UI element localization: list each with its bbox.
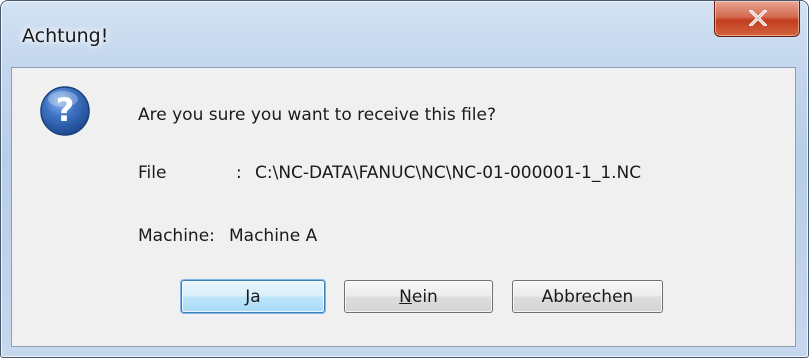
file-separator: : <box>236 163 242 183</box>
no-button[interactable]: Nein <box>344 280 493 313</box>
machine-label: Machine: <box>138 226 215 246</box>
question-icon: ? <box>40 86 90 136</box>
window-title: Achtung! <box>22 25 109 47</box>
dialog-window: Achtung! ? Are you sure you want to rece… <box>0 0 809 358</box>
file-label: File <box>138 163 167 183</box>
title-bar[interactable]: Achtung! <box>1 1 808 67</box>
dialog-content: ? Are you sure you want to receive this … <box>11 67 796 347</box>
no-button-label: Nein <box>399 287 438 307</box>
question-text: Are you sure you want to receive this fi… <box>138 105 496 125</box>
file-path: C:\NC-DATA\FANUC\NC\NC-01-000001-1_1.NC <box>255 163 642 183</box>
cancel-button[interactable]: Abbrechen <box>512 280 663 313</box>
close-button[interactable] <box>714 1 800 37</box>
cancel-button-label: Abbrechen <box>541 286 634 307</box>
no-button-label-rest: ein <box>411 286 438 307</box>
yes-button-label: Ja <box>245 286 261 307</box>
svg-text:?: ? <box>56 91 75 129</box>
no-button-mnemonic: N <box>399 286 412 307</box>
yes-button[interactable]: Ja <box>181 280 325 313</box>
close-icon <box>749 10 767 26</box>
machine-name: Machine A <box>229 226 318 246</box>
